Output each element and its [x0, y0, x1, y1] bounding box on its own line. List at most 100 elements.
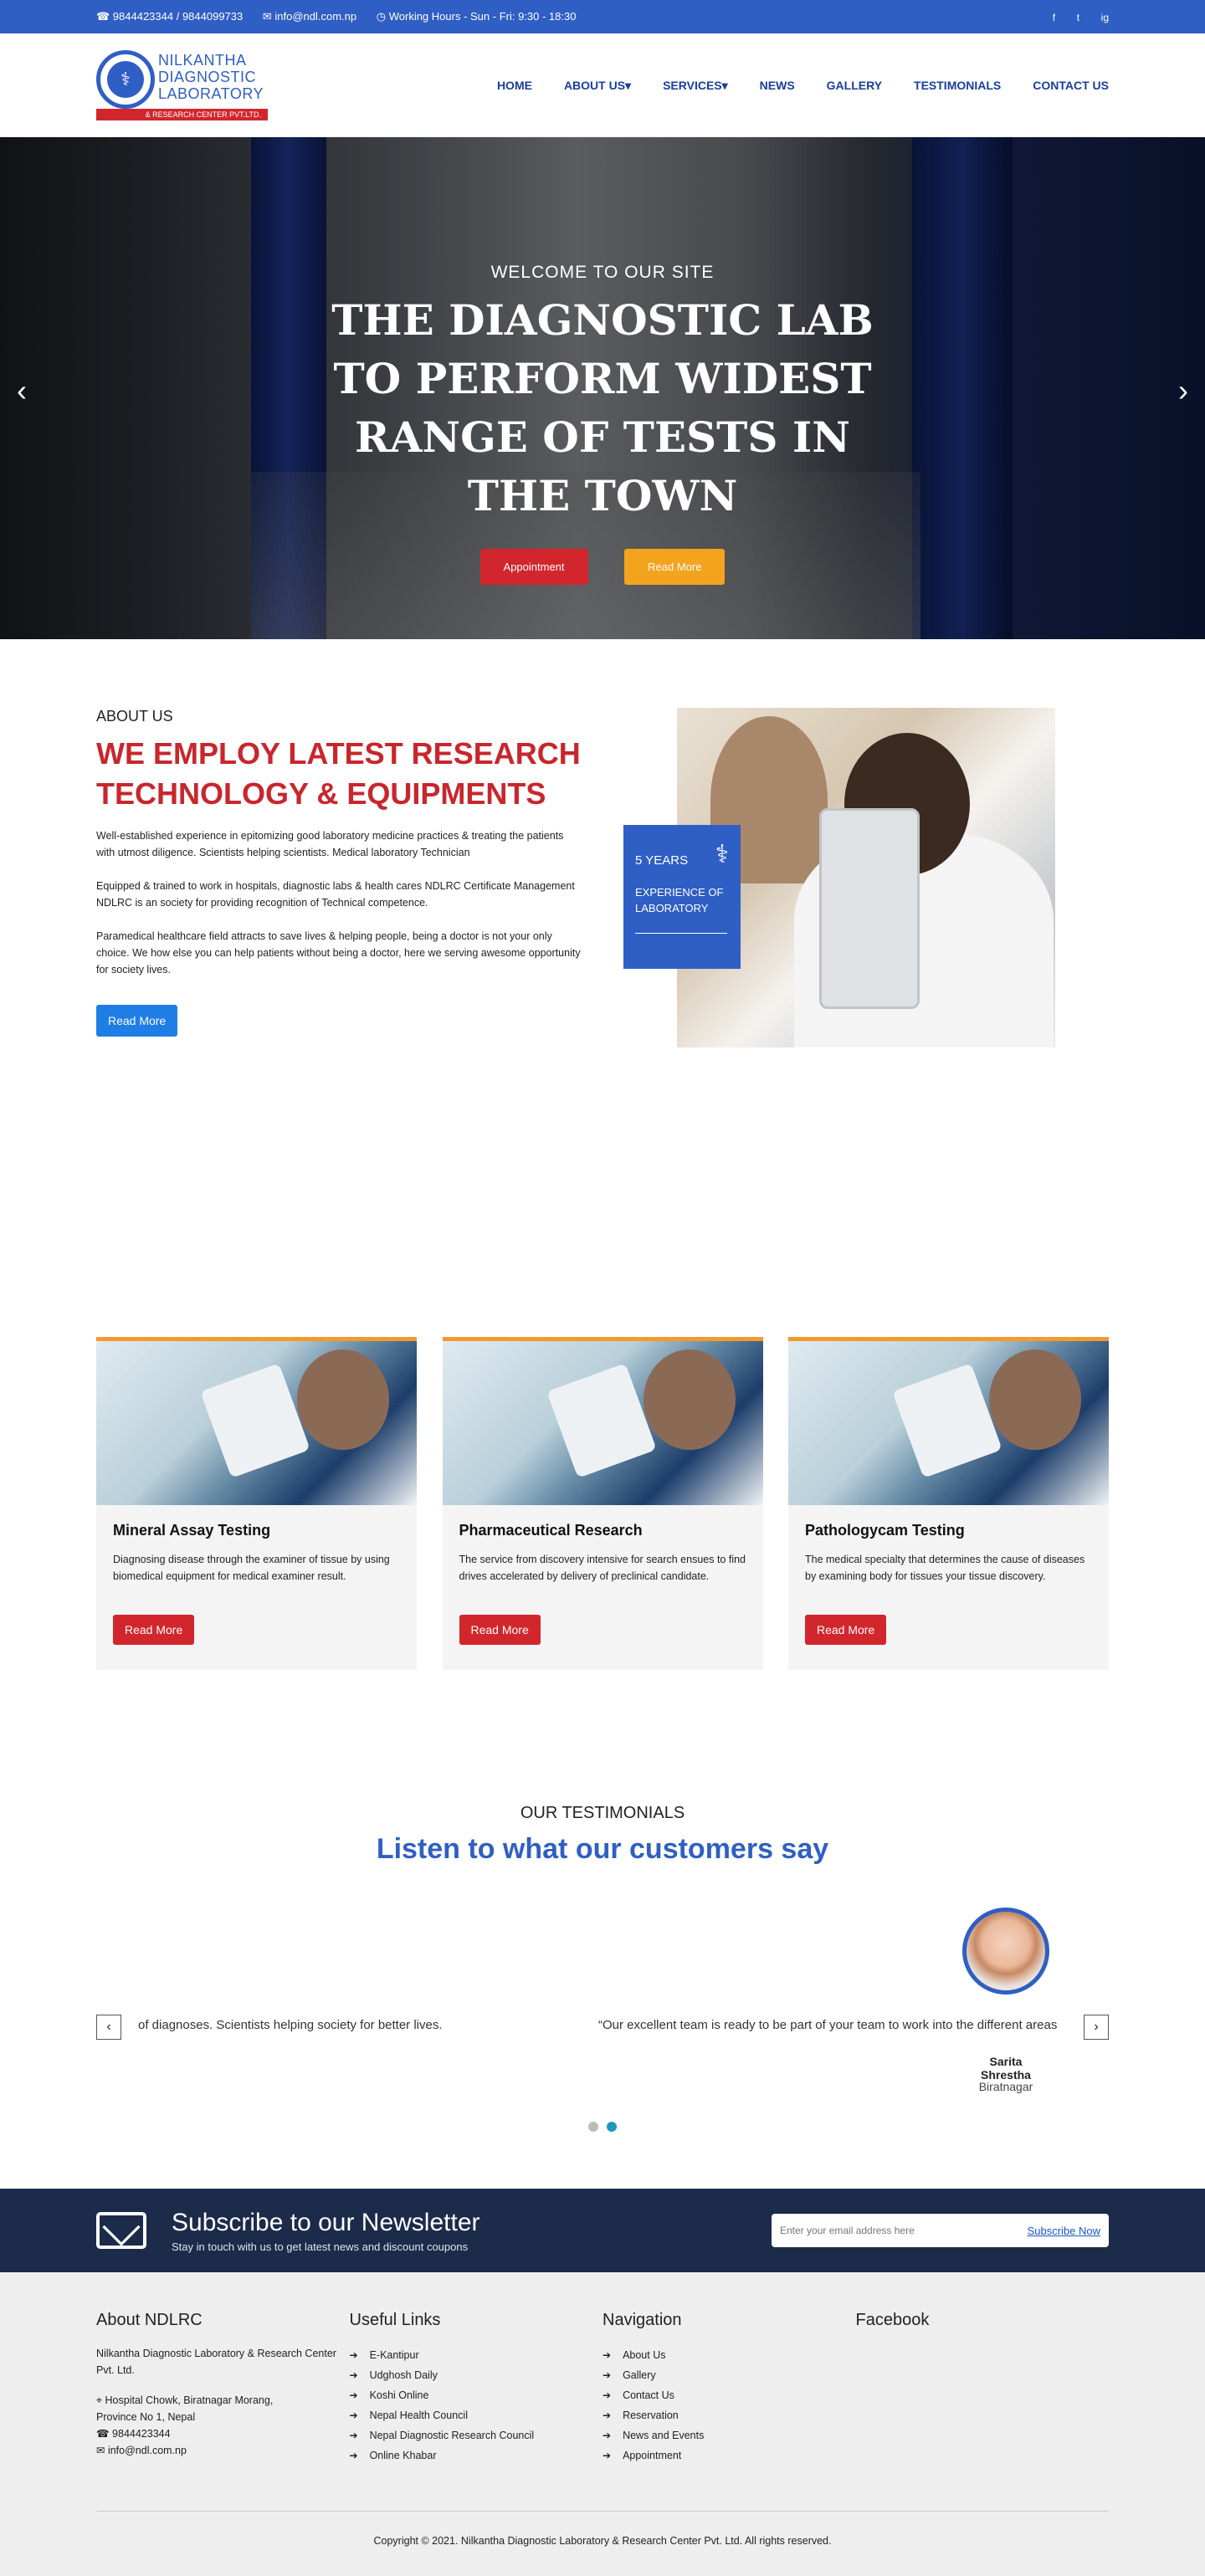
footer-nav-link[interactable]: About Us [602, 2345, 856, 2365]
footer-navigation: Navigation About Us Gallery Contact Us R… [602, 2311, 856, 2466]
newsletter-title: Subscribe to our Newsletter [172, 2208, 480, 2236]
testimonial-place: Biratnagar [978, 2080, 1033, 2093]
experience-text: EXPERIENCE OF LABORATORY [635, 886, 724, 914]
avatar [962, 1908, 1049, 1995]
footer-nav-link[interactable]: Gallery [602, 2365, 856, 2385]
service-card-text: Diagnosing disease through the examiner … [113, 1554, 390, 1582]
testimonial-quote-prev: of diagnoses. Scientists helping society… [138, 2018, 443, 2032]
newsletter-form: Subscribe Now [772, 2214, 1109, 2247]
footer-about-title: About NDLRC [96, 2311, 203, 2329]
footer: About NDLRC Nilkantha Diagnostic Laborat… [0, 2272, 1205, 2576]
service-card-title: Mineral Assay Testing [113, 1522, 271, 1539]
newsletter-text: Subscribe to our Newsletter Stay in touc… [172, 2209, 480, 2253]
about-section: ABOUT US WE EMPLOY LATEST RESEARCH TECHN… [0, 639, 1205, 1175]
service-card: Mineral Assay Testing Diagnosing disease… [96, 1337, 417, 1670]
footer-link[interactable]: Udghosh Daily [350, 2365, 603, 2385]
service-read-more-button[interactable]: Read More [805, 1615, 887, 1645]
hero-read-more-button[interactable]: Read More [624, 549, 726, 585]
microscope-icon: ⚕ [107, 61, 144, 98]
testimonial-next-button[interactable]: › [1084, 2015, 1109, 2040]
facebook-icon[interactable]: f [1053, 12, 1055, 23]
footer-nav-link[interactable]: Appointment [602, 2445, 856, 2466]
services-cards: Mineral Assay Testing Diagnosing disease… [0, 1337, 1205, 1670]
service-card-image [442, 1341, 763, 1505]
appointment-button[interactable]: Appointment [479, 549, 588, 585]
subscribe-button[interactable]: Subscribe Now [1028, 2225, 1100, 2237]
about-kicker: ABOUT US [96, 708, 173, 725]
twitter-icon[interactable]: t [1077, 12, 1079, 23]
nav-about[interactable]: ABOUT US▾ [564, 79, 631, 93]
logo-bar: & RESEARCH CENTER PVT.LTD. [96, 109, 268, 120]
experience-badge: ⚕ 5 YEARS EXPERIENCE OF LABORATORY [623, 825, 741, 969]
top-bar: ☎ 9844423344 / 9844099733 ✉ info@ndl.com… [0, 0, 1205, 33]
instagram-icon[interactable]: ig [1101, 12, 1109, 23]
footer-about: About NDLRC Nilkantha Diagnostic Laborat… [96, 2311, 350, 2466]
footer-link[interactable]: Online Khabar [350, 2445, 603, 2466]
footer-useful-links: Useful Links E-Kantipur Udghosh Daily Ko… [350, 2311, 603, 2466]
nav-contact[interactable]: CONTACT US [1033, 79, 1109, 93]
newsletter-email-input[interactable] [780, 2225, 1028, 2236]
footer-link[interactable]: E-Kantipur [350, 2345, 603, 2365]
service-card-title: Pathologycam Testing [805, 1522, 965, 1539]
site-logo[interactable]: ⚕ NILKANTHA DIAGNOSTIC LABORATORY & RESE… [96, 47, 268, 124]
hero-content: WELCOME TO OUR SITE THE DIAGNOSTIC LAB T… [0, 263, 1205, 585]
testimonial-carousel: ‹ of diagnoses. Scientists helping socie… [96, 1908, 1109, 2132]
hero-title: THE DIAGNOSTIC LAB TO PERFORM WIDEST RAN… [331, 295, 874, 520]
service-card: Pathologycam Testing The medical special… [788, 1337, 1109, 1670]
footer-facebook-title: Facebook [855, 2311, 930, 2329]
header: ⚕ NILKANTHA DIAGNOSTIC LABORATORY & RESE… [0, 33, 1205, 137]
nav-home[interactable]: HOME [497, 79, 532, 93]
footer-nav-link[interactable]: Contact Us [602, 2385, 856, 2405]
newsletter-bar: Subscribe to our Newsletter Stay in touc… [0, 2189, 1205, 2272]
social-links: f t ig [1034, 11, 1109, 23]
about-read-more-button[interactable]: Read More [96, 1005, 178, 1037]
footer-nav-link[interactable]: News and Events [602, 2425, 856, 2445]
testimonial-name: Sarita Shrestha [981, 2055, 1031, 2082]
email-text: ✉ info@ndl.com.np [262, 10, 357, 23]
nav-gallery[interactable]: GALLERY [827, 79, 882, 93]
about-paragraph-2: Equipped & trained to work in hospitals,… [96, 880, 575, 909]
testimonial-prev-button[interactable]: ‹ [96, 2015, 121, 2040]
carousel-dot-2[interactable] [606, 2122, 617, 2132]
microscope-icon: ⚕ [715, 841, 729, 868]
newsletter-subtitle: Stay in touch with us to get latest news… [172, 2240, 469, 2253]
nav-news[interactable]: NEWS [760, 79, 795, 93]
footer-address: ⌖ Hospital Chowk, Biratnagar Morang, Pro… [96, 2394, 274, 2423]
service-card-text: The medical specialty that determines th… [805, 1554, 1085, 1582]
copyright: Copyright © 2021. Nilkantha Diagnostic L… [96, 2511, 1109, 2547]
about-media: ⚕ 5 YEARS EXPERIENCE OF LABORATORY [623, 708, 1059, 1047]
service-card-text: The service from discovery intensive for… [459, 1554, 746, 1582]
hours-text: ◷ Working Hours - Sun - Fri: 9:30 - 18:3… [376, 10, 577, 23]
about-title: WE EMPLOY LATEST RESEARCH TECHNOLOGY & E… [96, 736, 581, 811]
footer-link[interactable]: Nepal Health Council [350, 2405, 603, 2425]
testimonials-kicker: OUR TESTIMONIALS [520, 1804, 685, 1822]
contact-info: ☎ 9844423344 / 9844099733 ✉ info@ndl.com… [96, 10, 592, 23]
logo-emblem: ⚕ [96, 50, 155, 109]
footer-email: ✉ info@ndl.com.np [96, 2445, 187, 2456]
hero-buttons: Appointment Read More [0, 549, 1205, 585]
about-text: ABOUT US WE EMPLOY LATEST RESEARCH TECHN… [96, 708, 582, 1047]
footer-about-text: Nilkantha Diagnostic Laboratory & Resear… [96, 2348, 336, 2376]
hero-slider: ‹ › WELCOME TO OUR SITE THE DIAGNOSTIC L… [0, 137, 1205, 639]
footer-nav-title: Navigation [602, 2311, 682, 2329]
about-paragraph-1: Well-established experience in epitomizi… [96, 830, 564, 858]
service-card: Pharmaceutical Research The service from… [442, 1337, 763, 1670]
footer-link[interactable]: Koshi Online [350, 2385, 603, 2405]
carousel-dot-1[interactable] [588, 2122, 599, 2132]
testimonials-section: OUR TESTIMONIALS Listen to what our cust… [0, 1804, 1205, 2189]
service-card-image [96, 1341, 417, 1505]
service-card-title: Pharmaceutical Research [459, 1522, 643, 1539]
footer-nav-link[interactable]: Reservation [602, 2405, 856, 2425]
hero-welcome: WELCOME TO OUR SITE [490, 263, 715, 282]
nav-testimonials[interactable]: TESTIMONIALS [914, 79, 1001, 93]
service-read-more-button[interactable]: Read More [459, 1615, 541, 1645]
testimonial-quote: “Our excellent team is ready to be part … [598, 2018, 1058, 2032]
carousel-dots [96, 2122, 1109, 2134]
main-nav: HOME ABOUT US▾ SERVICES▾ NEWS GALLERY TE… [465, 79, 1109, 93]
service-read-more-button[interactable]: Read More [113, 1615, 195, 1645]
nav-services[interactable]: SERVICES▾ [663, 79, 728, 93]
footer-link[interactable]: Nepal Diagnostic Research Council [350, 2425, 603, 2445]
logo-line-1: NILKANTHA [158, 52, 247, 69]
envelope-icon [96, 2212, 146, 2249]
photo-microscope [819, 808, 920, 1009]
